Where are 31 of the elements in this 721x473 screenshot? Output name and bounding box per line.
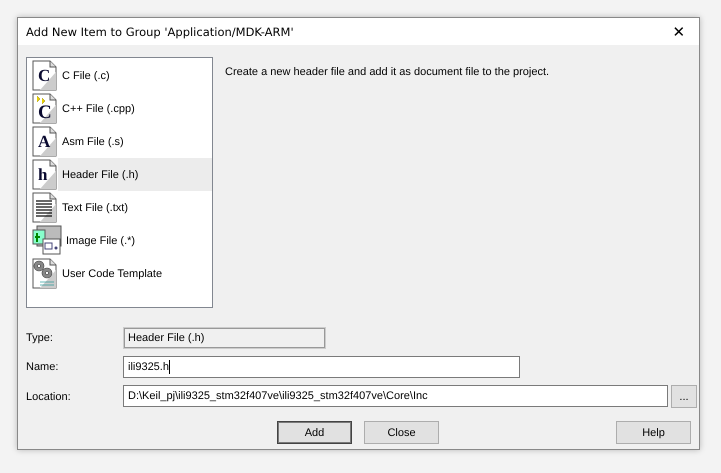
description-text: Create a new header file and add it as document file to the project. [225, 66, 550, 80]
dialog-button[interactable]: Help [616, 421, 691, 444]
file-type-item[interactable]: Image File (.*) [62, 224, 212, 257]
letter-document-icon [32, 126, 58, 157]
type-field: Header File (.h) [123, 327, 326, 349]
icon-letter: A [38, 133, 50, 150]
name-field[interactable]: ili9325.h [123, 356, 520, 378]
location-label: Location: [26, 390, 72, 402]
file-type-item[interactable]: Header File (.h) [58, 158, 212, 191]
text-document-icon [32, 192, 58, 223]
type-label: Type: [26, 332, 54, 344]
dialog-button[interactable]: Add [277, 421, 352, 444]
file-type-item[interactable]: C++ File (.cpp) [58, 92, 212, 125]
file-type-item[interactable]: Asm File (.s) [58, 125, 212, 158]
icon-letter: C [38, 67, 50, 84]
letter-document-icon [32, 60, 58, 91]
file-type-item[interactable]: Text File (.txt) [58, 191, 212, 224]
close-button[interactable]: ✕ [659, 18, 699, 45]
letter-document-icon [32, 159, 58, 190]
gear-document-icon [32, 258, 58, 289]
icon-letter: h [38, 166, 48, 183]
location-field[interactable]: D:\Keil_pj\ili9325_stm32f407ve\ili9325_stm32f407ve\Core\Inc [123, 385, 668, 407]
image-document-icon [32, 225, 62, 256]
dialog-button[interactable]: Close [364, 421, 439, 444]
name-label: Name: [26, 361, 60, 373]
icon-letter: C [38, 103, 52, 122]
file-type-item[interactable]: User Code Template [58, 257, 212, 290]
letter-document-icon [32, 93, 58, 124]
window-title: Add New Item to Group 'Application/MDK-ARM' [26, 24, 294, 38]
browse-button[interactable]: ... [671, 385, 697, 408]
file-type-item[interactable]: C File (.c) [58, 59, 212, 92]
